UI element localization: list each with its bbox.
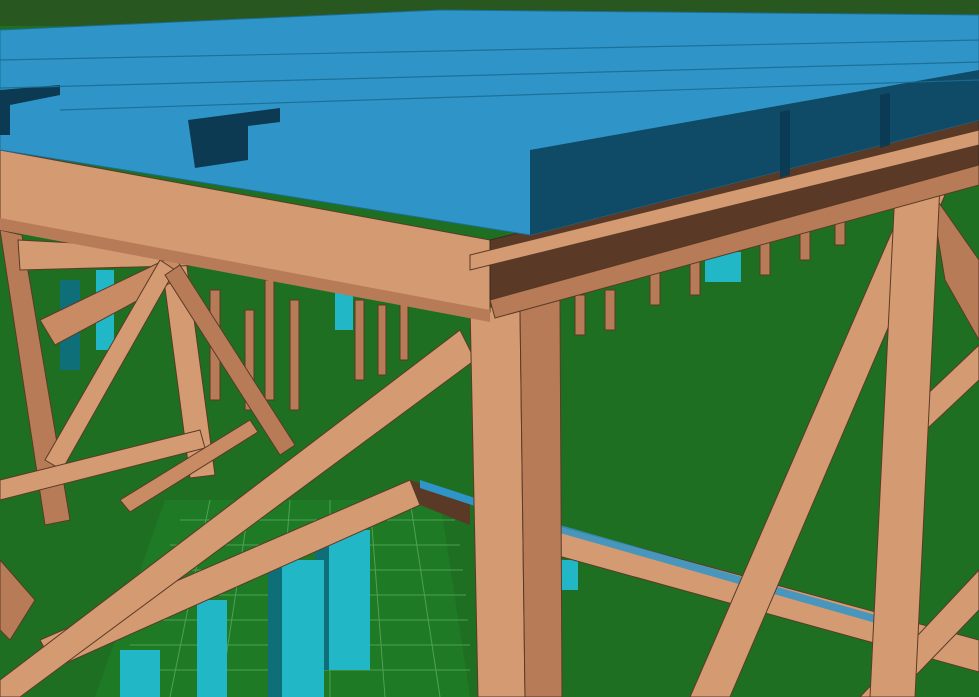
3d-scene[interactable]	[0, 0, 979, 697]
3d-viewport[interactable]	[0, 0, 979, 697]
main-corner-column	[469, 299, 563, 697]
